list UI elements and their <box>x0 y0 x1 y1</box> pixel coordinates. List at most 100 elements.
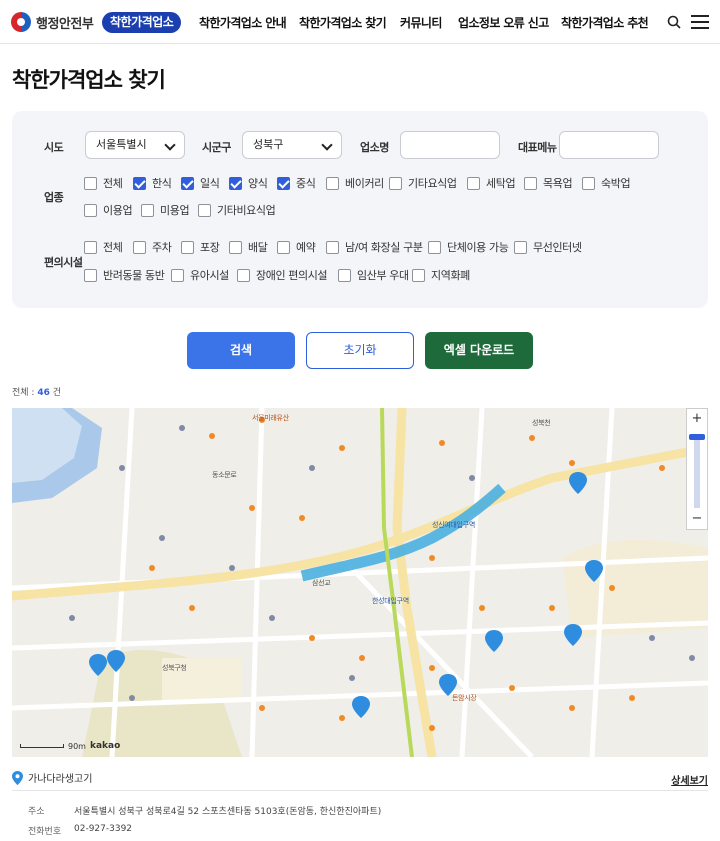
checkbox-label: 반려동물 동반 <box>103 269 165 282</box>
checkbox-box <box>428 240 441 254</box>
checkbox-box <box>229 240 242 254</box>
category-label: 업종 <box>44 191 64 204</box>
hamburger-menu-icon[interactable] <box>691 15 709 29</box>
nav-item-search[interactable]: 착한가격업소 찾기 <box>299 14 387 31</box>
checkbox-label: 배달 <box>248 241 268 254</box>
checkbox-box <box>389 176 402 190</box>
facility-checkbox[interactable]: 유아시설 <box>171 267 229 283</box>
checkbox-box <box>171 268 184 282</box>
zoom-in-button[interactable]: + <box>687 409 707 429</box>
nav-item-guide[interactable]: 착한가격업소 안내 <box>199 14 287 31</box>
facility-checkbox[interactable]: 남/여 화장실 구분 <box>326 239 423 255</box>
nav-item-community[interactable]: 커뮤니티 <box>400 14 442 31</box>
sido-select[interactable]: 서울특별시 <box>85 131 185 159</box>
facility-checkbox[interactable]: 주차 <box>133 239 172 255</box>
map-place-label: 돈암시장 <box>452 694 477 702</box>
reset-button[interactable]: 초기화 <box>306 332 414 369</box>
checkbox-label: 남/여 화장실 구분 <box>345 241 423 254</box>
category-checkbox[interactable]: 베이커리 <box>326 175 384 191</box>
checkbox-box <box>326 240 339 254</box>
checkbox-label: 지역화폐 <box>431 269 470 282</box>
checkbox-box <box>84 203 97 217</box>
detail-link[interactable]: 상세보기 <box>671 772 708 787</box>
category-checkbox[interactable]: 중식 <box>277 175 316 191</box>
facility-checkbox[interactable]: 단체이용 가능 <box>428 239 509 255</box>
chevron-down-icon <box>164 139 176 151</box>
zoom-out-button[interactable]: − <box>687 509 707 529</box>
taegeuk-icon <box>11 12 31 32</box>
facility-checkbox[interactable]: 예약 <box>277 239 316 255</box>
checkbox-label: 임산부 우대 <box>357 269 409 282</box>
facility-checkbox[interactable]: 지역화폐 <box>412 267 470 283</box>
map-place-label: 서울미래유산 <box>252 414 289 422</box>
map-place-label: 성북천 <box>532 419 551 427</box>
search-icon[interactable] <box>667 15 681 29</box>
category-checkbox[interactable]: 전체 <box>84 175 123 191</box>
category-checkbox[interactable]: 미용업 <box>141 202 190 218</box>
result-store-name[interactable]: 가나다라생고기 <box>12 770 92 785</box>
sigungu-select[interactable]: 성북구 <box>242 131 342 159</box>
sido-select-value: 서울특별시 <box>96 138 147 151</box>
category-checkbox[interactable]: 이용업 <box>84 202 133 218</box>
checkbox-label: 중식 <box>296 177 316 190</box>
checkbox-box <box>412 268 425 282</box>
map-view[interactable]: 서울미래유산 동소문로 성신여대입구역 성북구청 돈암시장 삼선교 한성대입구역… <box>12 408 708 757</box>
checkbox-checked-icon <box>133 176 146 190</box>
checkbox-label: 기타요식업 <box>408 177 457 190</box>
gov-logo[interactable]: 행정안전부 <box>11 12 94 32</box>
category-checkbox[interactable]: 양식 <box>229 175 268 191</box>
checkbox-label: 양식 <box>248 177 268 190</box>
facility-checkbox[interactable]: 임산부 우대 <box>338 267 409 283</box>
map-place-label: 삼선교 <box>312 579 331 587</box>
brand-logo[interactable]: 착한가격업소 <box>102 12 182 33</box>
address-row: 주소 서울특별시 성북구 성북로4길 52 스포츠센타동 5103호(돈암동, … <box>28 804 381 817</box>
category-checkbox[interactable]: 기타요식업 <box>389 175 457 191</box>
checkbox-box <box>141 203 154 217</box>
checkbox-checked-icon <box>229 176 242 190</box>
facility-checkbox[interactable]: 포장 <box>181 239 220 255</box>
checkbox-box <box>582 176 595 190</box>
excel-download-button[interactable]: 엑셀 다운로드 <box>425 332 533 369</box>
gov-name: 행정안전부 <box>36 16 94 32</box>
checkbox-label: 주차 <box>152 241 172 254</box>
checkbox-label: 단체이용 가능 <box>447 241 509 254</box>
map-station-label: 한성대입구역 <box>372 597 409 605</box>
nav-item-report[interactable]: 업소정보 오류 신고 <box>458 14 549 31</box>
facility-checkbox[interactable]: 무선인터넷 <box>514 239 582 255</box>
checkbox-label: 무선인터넷 <box>533 241 582 254</box>
nav-item-recommend[interactable]: 착한가격업소 추천 <box>561 14 649 31</box>
checkbox-checked-icon <box>181 176 194 190</box>
phone-value: 02-927-3392 <box>74 824 133 834</box>
search-button[interactable]: 검색 <box>187 332 295 369</box>
facility-checkbox[interactable]: 반려동물 동반 <box>84 267 165 283</box>
store-name: 가나다라생고기 <box>28 774 93 785</box>
checkbox-label: 일식 <box>200 177 220 190</box>
category-checkbox[interactable]: 목욕업 <box>524 175 573 191</box>
category-checkbox[interactable]: 일식 <box>181 175 220 191</box>
divider <box>12 790 708 791</box>
facility-checkbox[interactable]: 장애인 편의시설 <box>237 267 328 283</box>
checkbox-box <box>181 240 194 254</box>
facility-checkbox[interactable]: 배달 <box>229 239 268 255</box>
total-suffix: 건 <box>49 388 62 398</box>
menu-input[interactable] <box>559 131 659 159</box>
checkbox-box <box>338 268 351 282</box>
checkbox-box <box>514 240 527 254</box>
checkbox-label: 전체 <box>103 241 123 254</box>
category-checkbox[interactable]: 숙박업 <box>582 175 631 191</box>
zoom-handle[interactable] <box>689 434 705 440</box>
category-checkbox[interactable]: 세탁업 <box>467 175 516 191</box>
store-name-input[interactable] <box>400 131 500 159</box>
site-header: 행정안전부 착한가격업소 착한가격업소 안내 착한가격업소 찾기 커뮤니티 업소… <box>0 0 720 44</box>
checkbox-box <box>237 268 250 282</box>
checkbox-label: 기타비요식업 <box>217 204 276 217</box>
checkbox-label: 세탁업 <box>486 177 516 190</box>
category-checkbox[interactable]: 기타비요식업 <box>198 202 276 218</box>
checkbox-label: 전체 <box>103 177 123 190</box>
category-checkbox[interactable]: 한식 <box>133 175 172 191</box>
checkbox-label: 목욕업 <box>543 177 573 190</box>
facility-checkbox[interactable]: 전체 <box>84 239 123 255</box>
map-station-label: 성신여대입구역 <box>432 521 475 529</box>
checkbox-checked-icon <box>277 176 290 190</box>
checkbox-box <box>84 268 97 282</box>
